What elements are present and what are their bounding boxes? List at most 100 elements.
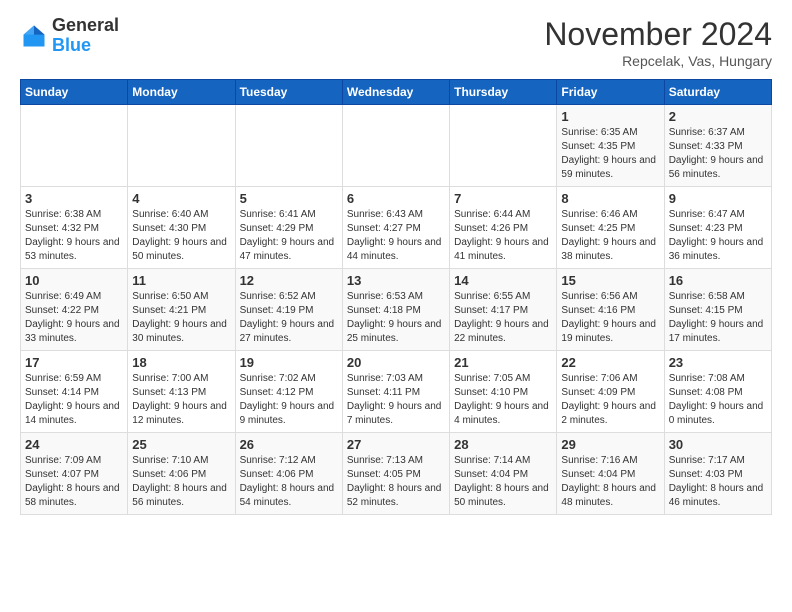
logo: General Blue (20, 16, 119, 56)
day-cell (21, 105, 128, 187)
day-cell: 11 Sunrise: 6:50 AM Sunset: 4:21 PM Dayli… (128, 269, 235, 351)
day-info: Sunrise: 6:52 AM Sunset: 4:19 PM Dayligh… (240, 290, 338, 346)
day-cell: 27 Sunrise: 7:13 AM Sunset: 4:05 PM Dayli… (342, 433, 449, 515)
day-info: Sunrise: 7:16 AM Sunset: 4:04 PM Dayligh… (561, 454, 659, 510)
day-number: 28 (454, 437, 552, 452)
day-cell: 2 Sunrise: 6:37 AM Sunset: 4:33 PM Daylig… (664, 105, 771, 187)
day-info: Sunrise: 6:49 AM Sunset: 4:22 PM Dayligh… (25, 290, 123, 346)
day-cell: 29 Sunrise: 7:16 AM Sunset: 4:04 PM Dayli… (557, 433, 664, 515)
col-saturday: Saturday (664, 80, 771, 105)
day-cell: 10 Sunrise: 6:49 AM Sunset: 4:22 PM Dayli… (21, 269, 128, 351)
day-number: 5 (240, 191, 338, 206)
day-info: Sunrise: 7:12 AM Sunset: 4:06 PM Dayligh… (240, 454, 338, 510)
day-info: Sunrise: 6:47 AM Sunset: 4:23 PM Dayligh… (669, 208, 767, 264)
logo-text: General Blue (52, 16, 119, 56)
header: General Blue November 2024 Repcelak, Vas… (20, 16, 772, 69)
day-info: Sunrise: 6:35 AM Sunset: 4:35 PM Dayligh… (561, 126, 659, 182)
day-number: 13 (347, 273, 445, 288)
day-cell: 9 Sunrise: 6:47 AM Sunset: 4:23 PM Daylig… (664, 187, 771, 269)
col-thursday: Thursday (450, 80, 557, 105)
day-cell: 19 Sunrise: 7:02 AM Sunset: 4:12 PM Dayli… (235, 351, 342, 433)
day-info: Sunrise: 6:46 AM Sunset: 4:25 PM Dayligh… (561, 208, 659, 264)
day-cell (342, 105, 449, 187)
day-number: 18 (132, 355, 230, 370)
title-block: November 2024 Repcelak, Vas, Hungary (544, 16, 772, 69)
col-tuesday: Tuesday (235, 80, 342, 105)
week-row-5: 24Sunrise: 7:09 AM Sunset: 4:07 PM Dayli… (21, 433, 772, 515)
day-info: Sunrise: 7:09 AM Sunset: 4:07 PM Dayligh… (25, 454, 123, 510)
day-number: 3 (25, 191, 123, 206)
col-sunday: Sunday (21, 80, 128, 105)
day-cell: 30Sunrise: 7:17 AM Sunset: 4:03 PM Dayli… (664, 433, 771, 515)
day-number: 4 (132, 191, 230, 206)
day-cell: 23 Sunrise: 7:08 AM Sunset: 4:08 PM Dayli… (664, 351, 771, 433)
day-number: 15 (561, 273, 659, 288)
calendar-table: Sunday Monday Tuesday Wednesday Thursday… (20, 79, 772, 515)
day-info: Sunrise: 6:55 AM Sunset: 4:17 PM Dayligh… (454, 290, 552, 346)
day-cell: 12 Sunrise: 6:52 AM Sunset: 4:19 PM Dayli… (235, 269, 342, 351)
day-number: 9 (669, 191, 767, 206)
day-number: 27 (347, 437, 445, 452)
day-info: Sunrise: 6:56 AM Sunset: 4:16 PM Dayligh… (561, 290, 659, 346)
day-info: Sunrise: 7:08 AM Sunset: 4:08 PM Dayligh… (669, 372, 767, 428)
day-number: 25 (132, 437, 230, 452)
day-cell: 3Sunrise: 6:38 AM Sunset: 4:32 PM Daylig… (21, 187, 128, 269)
day-number: 23 (669, 355, 767, 370)
day-cell: 13 Sunrise: 6:53 AM Sunset: 4:18 PM Dayli… (342, 269, 449, 351)
day-info: Sunrise: 6:44 AM Sunset: 4:26 PM Dayligh… (454, 208, 552, 264)
day-cell: 28Sunrise: 7:14 AM Sunset: 4:04 PM Dayli… (450, 433, 557, 515)
col-friday: Friday (557, 80, 664, 105)
week-row-1: 1 Sunrise: 6:35 AM Sunset: 4:35 PM Daylig… (21, 105, 772, 187)
day-cell: 5Sunrise: 6:41 AM Sunset: 4:29 PM Daylig… (235, 187, 342, 269)
day-number: 20 (347, 355, 445, 370)
day-number: 19 (240, 355, 338, 370)
calendar-header: Sunday Monday Tuesday Wednesday Thursday… (21, 80, 772, 105)
month-title: November 2024 (544, 16, 772, 53)
col-wednesday: Wednesday (342, 80, 449, 105)
day-number: 11 (132, 273, 230, 288)
day-cell: 6 Sunrise: 6:43 AM Sunset: 4:27 PM Daylig… (342, 187, 449, 269)
day-info: Sunrise: 6:37 AM Sunset: 4:33 PM Dayligh… (669, 126, 767, 182)
day-number: 10 (25, 273, 123, 288)
day-number: 14 (454, 273, 552, 288)
day-info: Sunrise: 6:40 AM Sunset: 4:30 PM Dayligh… (132, 208, 230, 264)
day-info: Sunrise: 7:00 AM Sunset: 4:13 PM Dayligh… (132, 372, 230, 428)
logo-icon (20, 22, 48, 50)
day-cell: 16Sunrise: 6:58 AM Sunset: 4:15 PM Dayli… (664, 269, 771, 351)
day-number: 22 (561, 355, 659, 370)
location: Repcelak, Vas, Hungary (544, 53, 772, 69)
day-info: Sunrise: 7:10 AM Sunset: 4:06 PM Dayligh… (132, 454, 230, 510)
day-number: 12 (240, 273, 338, 288)
day-cell: 17 Sunrise: 6:59 AM Sunset: 4:14 PM Dayli… (21, 351, 128, 433)
day-info: Sunrise: 7:17 AM Sunset: 4:03 PM Dayligh… (669, 454, 767, 510)
day-info: Sunrise: 6:50 AM Sunset: 4:21 PM Dayligh… (132, 290, 230, 346)
day-info: Sunrise: 7:02 AM Sunset: 4:12 PM Dayligh… (240, 372, 338, 428)
day-cell: 25 Sunrise: 7:10 AM Sunset: 4:06 PM Dayli… (128, 433, 235, 515)
logo-blue: Blue (52, 35, 91, 55)
day-cell: 14 Sunrise: 6:55 AM Sunset: 4:17 PM Dayli… (450, 269, 557, 351)
week-row-3: 10 Sunrise: 6:49 AM Sunset: 4:22 PM Dayli… (21, 269, 772, 351)
day-number: 6 (347, 191, 445, 206)
day-number: 29 (561, 437, 659, 452)
day-cell: 7Sunrise: 6:44 AM Sunset: 4:26 PM Daylig… (450, 187, 557, 269)
day-info: Sunrise: 6:53 AM Sunset: 4:18 PM Dayligh… (347, 290, 445, 346)
day-info: Sunrise: 7:13 AM Sunset: 4:05 PM Dayligh… (347, 454, 445, 510)
page-container: General Blue November 2024 Repcelak, Vas… (0, 0, 792, 525)
week-row-4: 17 Sunrise: 6:59 AM Sunset: 4:14 PM Dayli… (21, 351, 772, 433)
day-cell (450, 105, 557, 187)
logo-general: General (52, 15, 119, 35)
day-number: 26 (240, 437, 338, 452)
day-cell: 4 Sunrise: 6:40 AM Sunset: 4:30 PM Daylig… (128, 187, 235, 269)
day-cell (235, 105, 342, 187)
day-number: 21 (454, 355, 552, 370)
day-info: Sunrise: 6:43 AM Sunset: 4:27 PM Dayligh… (347, 208, 445, 264)
day-number: 1 (561, 109, 659, 124)
day-cell: 21Sunrise: 7:05 AM Sunset: 4:10 PM Dayli… (450, 351, 557, 433)
day-number: 2 (669, 109, 767, 124)
day-cell: 1 Sunrise: 6:35 AM Sunset: 4:35 PM Daylig… (557, 105, 664, 187)
day-cell (128, 105, 235, 187)
day-info: Sunrise: 7:06 AM Sunset: 4:09 PM Dayligh… (561, 372, 659, 428)
day-number: 17 (25, 355, 123, 370)
day-info: Sunrise: 6:59 AM Sunset: 4:14 PM Dayligh… (25, 372, 123, 428)
day-cell: 20Sunrise: 7:03 AM Sunset: 4:11 PM Dayli… (342, 351, 449, 433)
